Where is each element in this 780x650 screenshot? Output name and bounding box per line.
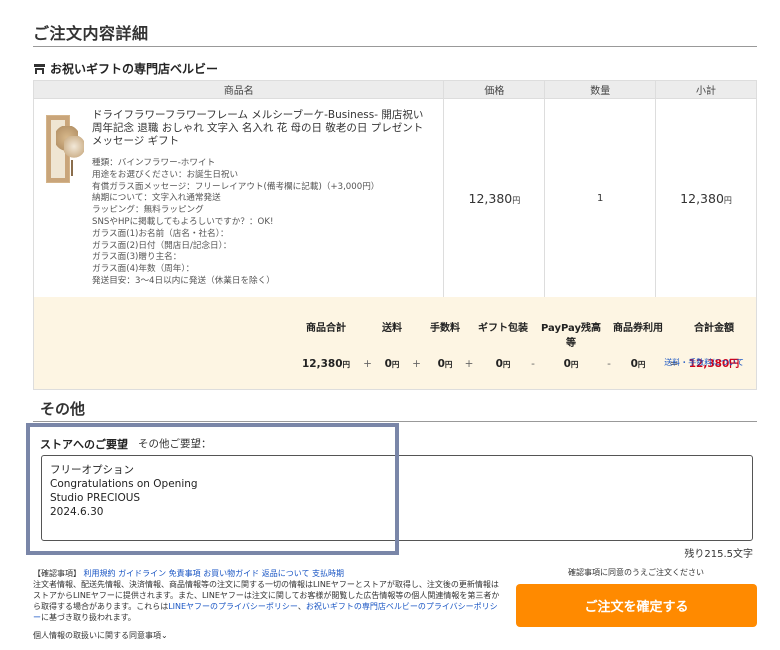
personal-info-consent-toggle[interactable]: 個人情報の取扱いに関する同意事項⌄ — [33, 630, 168, 641]
summary-value-gift: 0 — [495, 358, 503, 370]
price-cell: 12,380円 — [443, 98, 546, 299]
product-option-line: ラッピング：無料ラッピング — [92, 205, 204, 216]
summary-label-total: 合計金額 — [694, 323, 734, 334]
col-header-subtotal: 小計 — [655, 80, 757, 99]
table-row: ドライフラワーフラワーフレーム メルシーブーケ-Business- 開店祝い 周… — [32, 98, 757, 299]
summary-label-fee: 手数料 — [430, 323, 460, 334]
product-option-line: ガラス面(3)贈り主名： — [92, 252, 182, 263]
other-request-sublabel: その他ご要望： — [138, 438, 212, 450]
summary-value-paypay: 0 — [563, 358, 571, 370]
page-title: ご注文内容詳細 — [33, 24, 149, 43]
product-option-line: 納期について：文字入れ通常発送 — [92, 193, 221, 204]
product-option-line: 用途をお選びください：お誕生日祝い — [92, 169, 239, 180]
product-option-line: ガラス面(4)年数（周年）： — [92, 264, 195, 275]
store-request-label: ストアへのご要望 — [40, 438, 128, 451]
lineyahoo-privacy-link[interactable]: LINEヤフーのプライバシーポリシー — [168, 602, 298, 611]
shop-header: お祝いギフトの専門店ベルビー — [33, 60, 218, 77]
product-option-line: 有償ガラス面メッセージ：フリーレイアウト(備考欄に記載)（+3,000円） — [92, 181, 380, 192]
confirm-order-button[interactable]: ご注文を確定する — [516, 584, 757, 627]
title-divider — [33, 46, 757, 47]
quantity-cell: 1 — [544, 98, 657, 299]
summary-label-goods: 商品合計 — [306, 323, 346, 334]
payment-timing-link[interactable]: 支払時期 — [312, 569, 344, 578]
product-option-line: 発送目安：3～4日以内に発送（休業日を除く） — [92, 275, 275, 286]
returns-link[interactable]: 返品について — [262, 569, 310, 578]
summary-label-shipping: 送料 — [382, 323, 402, 334]
agree-text: 確認事項に同意のうえご注文ください — [568, 568, 704, 577]
guideline-link[interactable]: ガイドライン — [118, 569, 166, 578]
summary-value-fee: 0 — [437, 358, 445, 370]
store-icon — [34, 63, 45, 74]
notes-heading: 【確認事項】 — [33, 569, 81, 578]
fee-info-link[interactable]: 送料・手数料について — [664, 357, 744, 368]
product-option-line: 種類：バインフラワー-ホワイト — [92, 158, 216, 168]
summary-label-coupon: 商品券利用 — [613, 323, 663, 334]
shopping-guide-link[interactable]: お買い物ガイド — [203, 569, 259, 578]
subtotal-cell: 12,380円 — [655, 98, 757, 299]
disclaimer-link[interactable]: 免責事項 — [169, 569, 201, 578]
summary-value-shipping: 0 — [384, 358, 392, 370]
summary-label-paypay: PayPay残高等 — [540, 323, 602, 349]
product-option-line: ガラス面(1)お名前（店名・社名）： — [92, 228, 229, 239]
summary-value-goods: 12,380 — [301, 358, 343, 370]
summary-value-coupon: 0 — [630, 358, 638, 370]
product-options: 種類：バインフラワー-ホワイト 用途をお選びください：お誕生日祝い 有償ガラス面メッ… — [92, 158, 433, 288]
confirmation-notes: 【確認事項】 利用規約 ガイドライン 免責事項 お買い物ガイド 返品について 支… — [33, 569, 500, 622]
store-request-textarea[interactable] — [41, 455, 753, 541]
col-header-product: 商品名 — [32, 80, 445, 99]
col-header-quantity: 数量 — [544, 80, 657, 99]
product-name[interactable]: ドライフラワーフラワーフレーム メルシーブーケ-Business- 開店祝い 周… — [92, 109, 433, 148]
order-summary: 商品合計 送料 手数料 ギフト包装 PayPay残高等 商品券利用 合計金額 1… — [33, 297, 757, 390]
product-option-line: SNSやHPに掲載してもよろしいですか？：OK! — [92, 216, 274, 227]
remaining-chars: 残り215.5文字 — [684, 549, 753, 560]
shop-name[interactable]: お祝いギフトの専門店ベルビー — [50, 60, 218, 77]
other-section-title: その他 — [40, 400, 86, 418]
terms-link[interactable]: 利用規約 — [84, 569, 116, 578]
product-thumbnail[interactable] — [46, 115, 84, 183]
col-header-price: 価格 — [443, 80, 546, 99]
summary-labels: 商品合計 送料 手数料 ギフト包装 PayPay残高等 商品券利用 合計金額 — [296, 319, 744, 349]
summary-label-gift: ギフト包装 — [478, 323, 528, 334]
product-cell: ドライフラワーフラワーフレーム メルシーブーケ-Business- 開店祝い 周… — [32, 98, 445, 299]
order-items-table: 商品名 価格 数量 小計 ドライフラワーフラワーフレーム メルシーブーケ-Bus… — [32, 80, 757, 299]
product-option-line: ガラス面(2)日付（開店日/記念日）： — [92, 240, 232, 251]
other-divider — [33, 421, 757, 422]
